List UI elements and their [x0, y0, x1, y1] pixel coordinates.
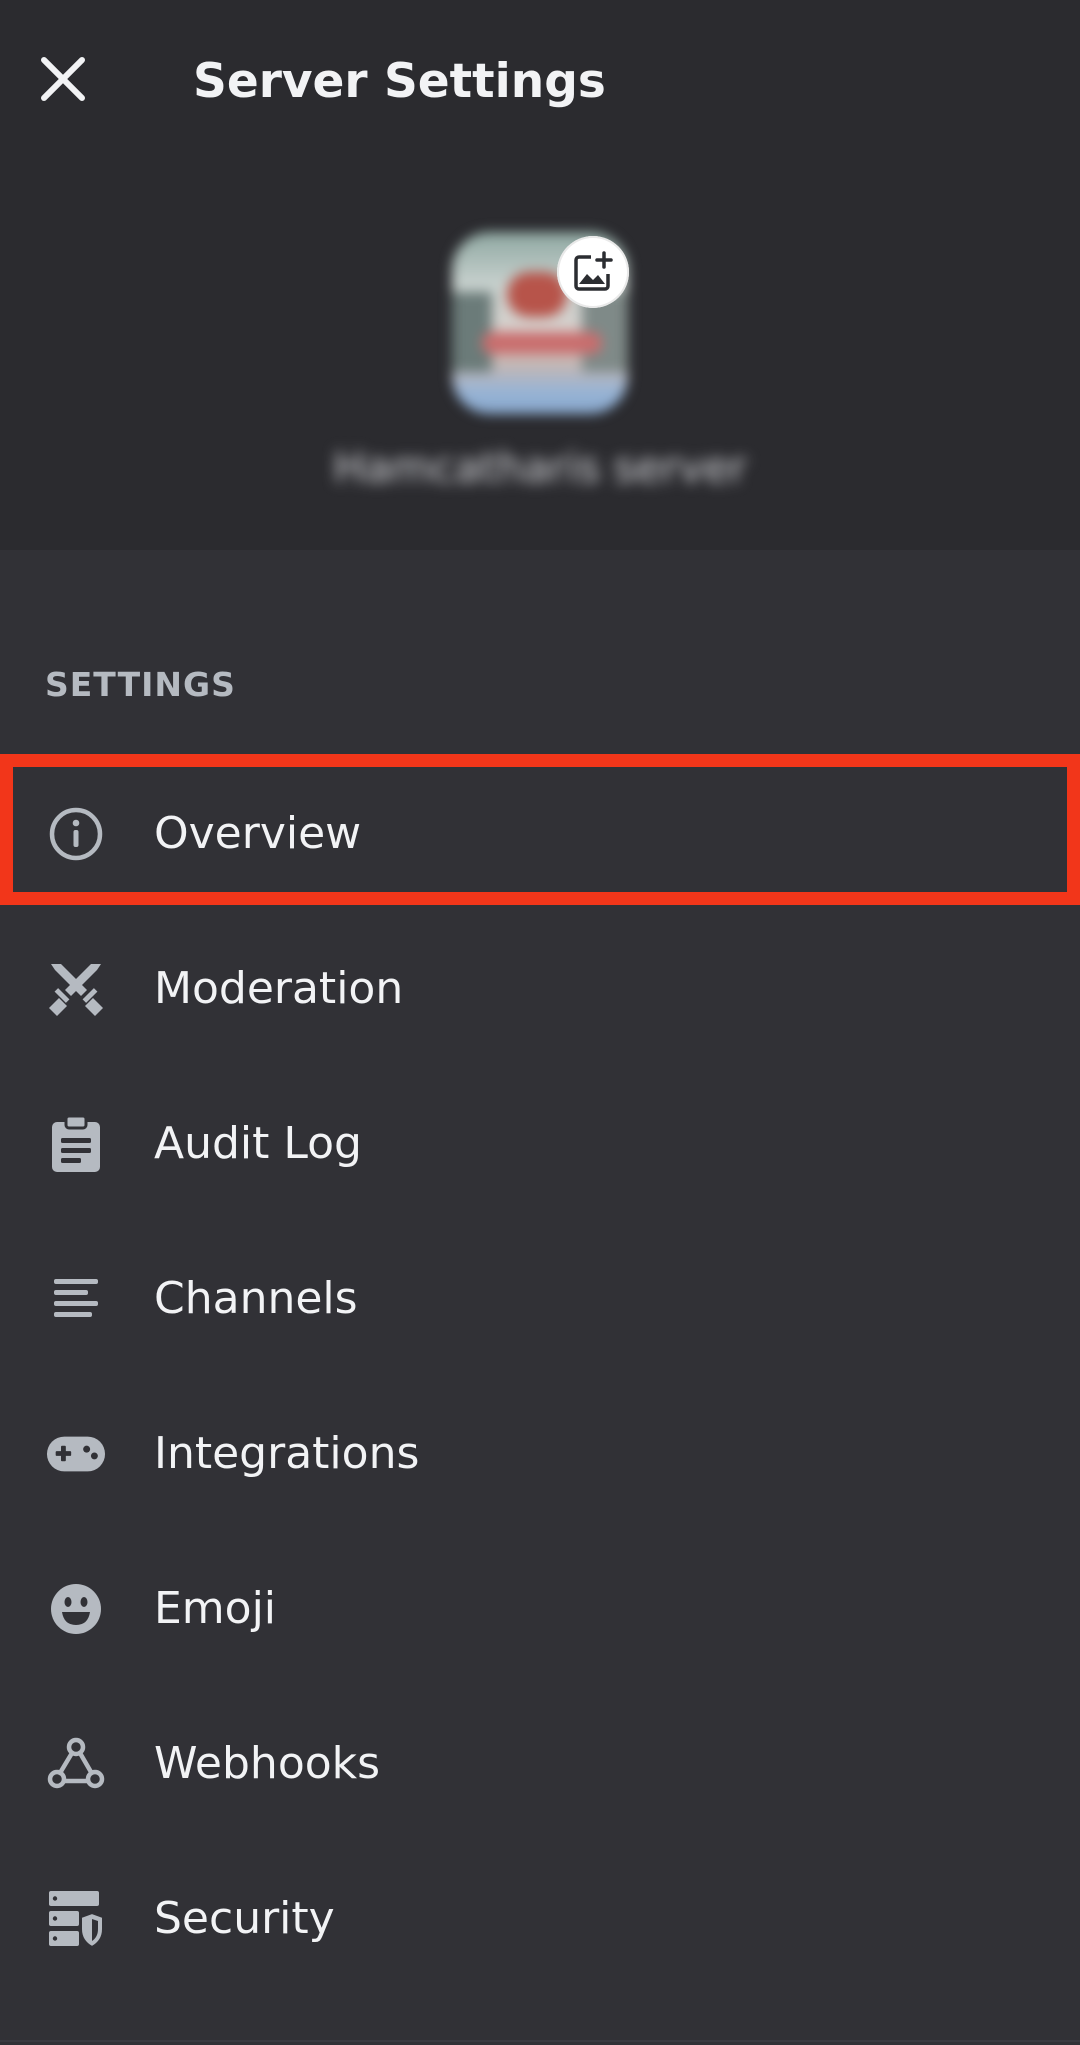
page-title: Server Settings [193, 54, 606, 109]
menu-item-audit-log[interactable]: Audit Log [0, 1066, 1080, 1221]
settings-menu: Overview Moderation Audit Log Channels I… [0, 756, 1080, 1996]
menu-item-label: Security [154, 1892, 335, 1944]
menu-item-security[interactable]: Security [0, 1841, 1080, 1996]
menu-item-moderation[interactable]: Moderation [0, 911, 1080, 1066]
menu-item-label: Emoji [154, 1582, 277, 1634]
menu-item-label: Channels [154, 1272, 358, 1324]
image-add-icon [574, 251, 613, 291]
server-name: Hamcatharis server [333, 443, 747, 492]
menu-item-integrations[interactable]: Integrations [0, 1376, 1080, 1531]
webhook-icon [46, 1734, 106, 1794]
swords-icon [46, 959, 106, 1019]
menu-item-label: Moderation [154, 962, 404, 1014]
menu-item-label: Webhooks [154, 1737, 381, 1789]
upload-server-icon-button[interactable] [557, 236, 629, 308]
server-settings-screen: Server Settings Hamcatharis server SETTI… [0, 0, 1080, 2045]
gamepad-icon [46, 1424, 106, 1484]
menu-item-emoji[interactable]: Emoji [0, 1531, 1080, 1686]
server-shield-icon [46, 1889, 106, 1949]
close-icon [41, 57, 85, 101]
clipboard-icon [46, 1114, 106, 1174]
close-button[interactable] [36, 52, 90, 106]
emoji-icon [46, 1579, 106, 1639]
menu-item-channels[interactable]: Channels [0, 1221, 1080, 1376]
menu-item-overview[interactable]: Overview [0, 756, 1080, 911]
menu-item-label: Integrations [154, 1427, 420, 1479]
menu-item-label: Overview [154, 807, 362, 859]
header: Server Settings [0, 0, 1080, 158]
bottom-divider [0, 2040, 1080, 2042]
info-icon [46, 804, 106, 864]
section-label-settings: SETTINGS [45, 665, 236, 704]
text-lines-icon [46, 1269, 106, 1329]
menu-item-webhooks[interactable]: Webhooks [0, 1686, 1080, 1841]
menu-item-label: Audit Log [154, 1117, 362, 1169]
